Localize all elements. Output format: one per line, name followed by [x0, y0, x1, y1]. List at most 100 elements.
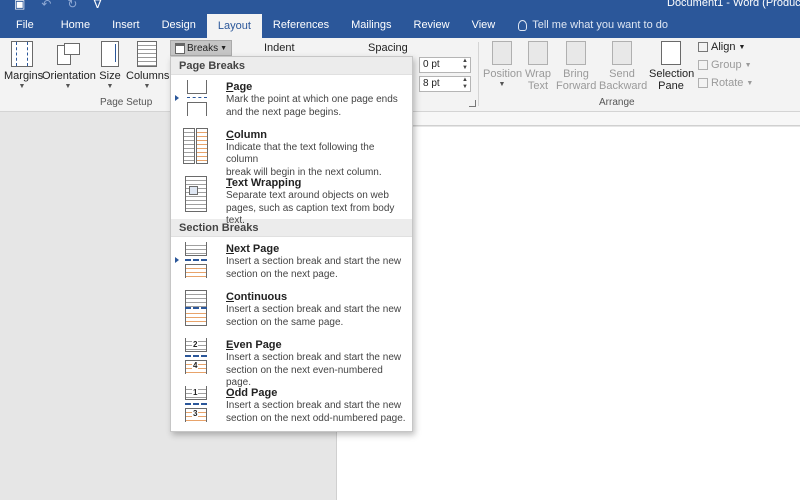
selection-marker-icon	[175, 257, 179, 263]
position-label: Position	[483, 68, 523, 80]
size-icon	[101, 41, 119, 67]
spacing-before-value: 0 pt	[423, 59, 440, 70]
tab-review[interactable]: Review	[403, 12, 461, 38]
menu-item-continuous[interactable]: Continuous Insert a section break and st…	[171, 285, 412, 333]
spacing-before-input[interactable]: 0 pt ▲ ▼	[419, 57, 471, 73]
wrap-text-button[interactable]: Wrap Text	[524, 41, 552, 92]
tab-view[interactable]: View	[461, 12, 507, 38]
chevron-down-icon: ▼	[220, 44, 228, 52]
even-page-icon: 2 4	[181, 338, 209, 374]
indent-label: Indent	[264, 42, 295, 54]
menu-item-desc: section on the next page.	[226, 269, 338, 280]
quick-access-toolbar: ▣ ↶ ↻ ∇	[14, 0, 102, 11]
group-button[interactable]: Group ▼	[698, 59, 752, 71]
page-number-label: 2	[192, 340, 199, 349]
spacing-after-input[interactable]: 8 pt ▲ ▼	[419, 76, 471, 92]
selection-pane-button[interactable]: Selection Pane	[649, 41, 695, 92]
wrap-label-2: Text	[527, 80, 549, 92]
tell-me-box[interactable]: Tell me what you want to do	[506, 12, 668, 38]
selection-label-2: Pane	[658, 80, 684, 92]
size-label: Size	[99, 70, 121, 82]
tab-design[interactable]: Design	[151, 12, 207, 38]
menu-item-page-break[interactable]: Page Mark the point at which one page en…	[171, 75, 412, 123]
tab-file[interactable]: File	[0, 12, 50, 38]
menu-item-text-wrapping[interactable]: Text Wrapping Separate text around objec…	[171, 171, 412, 226]
position-button[interactable]: Position ▼	[483, 41, 523, 88]
bring-label-2: Forward	[556, 80, 597, 92]
page-breaks-header: Page Breaks	[171, 57, 412, 75]
selection-label-1: Selection	[649, 68, 695, 80]
undo-icon[interactable]: ↶	[41, 0, 51, 11]
orientation-icon	[55, 41, 81, 67]
redo-icon[interactable]: ↻	[67, 0, 77, 11]
tab-layout[interactable]: Layout	[206, 14, 262, 38]
column-break-icon	[181, 128, 209, 164]
size-button[interactable]: Size ▼	[98, 41, 122, 90]
menu-item-desc: Insert a section break and start the new	[226, 400, 402, 411]
chevron-down-icon: ▼	[738, 43, 746, 51]
menu-item-desc: section on the same page.	[226, 317, 344, 328]
menu-item-desc: Insert a section break and start the new	[226, 256, 402, 267]
menu-item-desc: Indicate that the text following the col…	[226, 142, 375, 165]
ribbon-tabs: File Home Insert Design Layout Reference…	[0, 12, 800, 38]
menu-item-desc: Insert a section break and start the new	[226, 304, 402, 315]
send-backward-icon	[612, 41, 632, 65]
breaks-icon	[175, 42, 185, 54]
menu-item-even-page[interactable]: 2 4 Even Page Insert a section break and…	[171, 333, 412, 388]
breaks-label: Breaks	[187, 42, 219, 54]
menu-item-title: Next Page	[226, 243, 280, 255]
orientation-label: Orientation	[42, 70, 96, 82]
menu-item-title: Odd Page	[226, 387, 278, 399]
tab-references[interactable]: References	[262, 12, 340, 38]
menu-item-desc: pages, such as caption text from body te…	[226, 203, 395, 226]
chevron-down-icon: ▼	[143, 83, 151, 90]
chevron-down-icon: ▼	[64, 83, 72, 90]
selection-marker-icon	[175, 95, 179, 101]
margins-icon	[11, 41, 33, 67]
rotate-label: Rotate	[711, 77, 744, 89]
menu-item-column-break[interactable]: Column Indicate that the text following …	[171, 123, 412, 178]
customize-qat-icon[interactable]: ∇	[93, 0, 101, 11]
position-icon	[492, 41, 512, 65]
bring-forward-icon	[566, 41, 586, 65]
menu-item-odd-page[interactable]: 1 3 Odd Page Insert a section break and …	[171, 381, 412, 429]
document-title: Document1 - Word (Product Ac	[667, 0, 800, 9]
menu-item-title: Page	[226, 81, 253, 93]
columns-icon	[137, 41, 157, 67]
margins-button[interactable]: Margins ▼	[4, 41, 44, 90]
bring-label-1: Bring	[563, 68, 589, 80]
tab-home[interactable]: Home	[50, 12, 101, 38]
group-label: Group	[711, 59, 742, 71]
chevron-down-icon: ▼	[106, 83, 114, 90]
menu-item-title: Continuous	[226, 291, 288, 303]
margins-label: Margins	[4, 70, 44, 82]
tab-insert[interactable]: Insert	[101, 12, 151, 38]
group-icon	[698, 60, 708, 70]
spinner-arrows-icon[interactable]: ▲ ▼	[462, 77, 468, 91]
align-button[interactable]: Align ▼	[698, 41, 745, 53]
menu-item-title: Text Wrapping	[226, 177, 302, 189]
tab-mailings[interactable]: Mailings	[340, 12, 402, 38]
page-number-label: 3	[192, 409, 199, 418]
menu-item-title: Column	[226, 129, 267, 141]
orientation-button[interactable]: Orientation ▼	[42, 41, 96, 90]
columns-button[interactable]: Columns ▼	[126, 41, 169, 90]
text-wrapping-icon	[181, 176, 209, 212]
menu-item-desc: Separate text around objects on web	[226, 190, 389, 201]
breaks-button[interactable]: Breaks ▼	[170, 40, 233, 56]
menu-item-desc: and the next page begins.	[226, 107, 342, 118]
odd-page-icon: 1 3	[181, 386, 209, 422]
page-setup-group-label: Page Setup	[100, 97, 153, 108]
paragraph-dialog-launcher-icon[interactable]	[469, 100, 476, 107]
menu-item-next-page[interactable]: Next Page Insert a section break and sta…	[171, 237, 412, 285]
send-backward-button[interactable]: Send Backward	[599, 41, 647, 92]
align-icon	[698, 42, 708, 52]
rotate-button[interactable]: Rotate ▼	[698, 77, 753, 89]
page-number-label: 1	[192, 388, 199, 397]
bring-forward-button[interactable]: Bring Forward	[556, 41, 596, 92]
spinner-arrows-icon[interactable]: ▲ ▼	[462, 58, 468, 72]
chevron-down-icon: ▼	[498, 81, 506, 88]
save-icon[interactable]: ▣	[14, 0, 25, 11]
lightbulb-icon	[518, 19, 528, 31]
group-divider	[478, 42, 479, 106]
